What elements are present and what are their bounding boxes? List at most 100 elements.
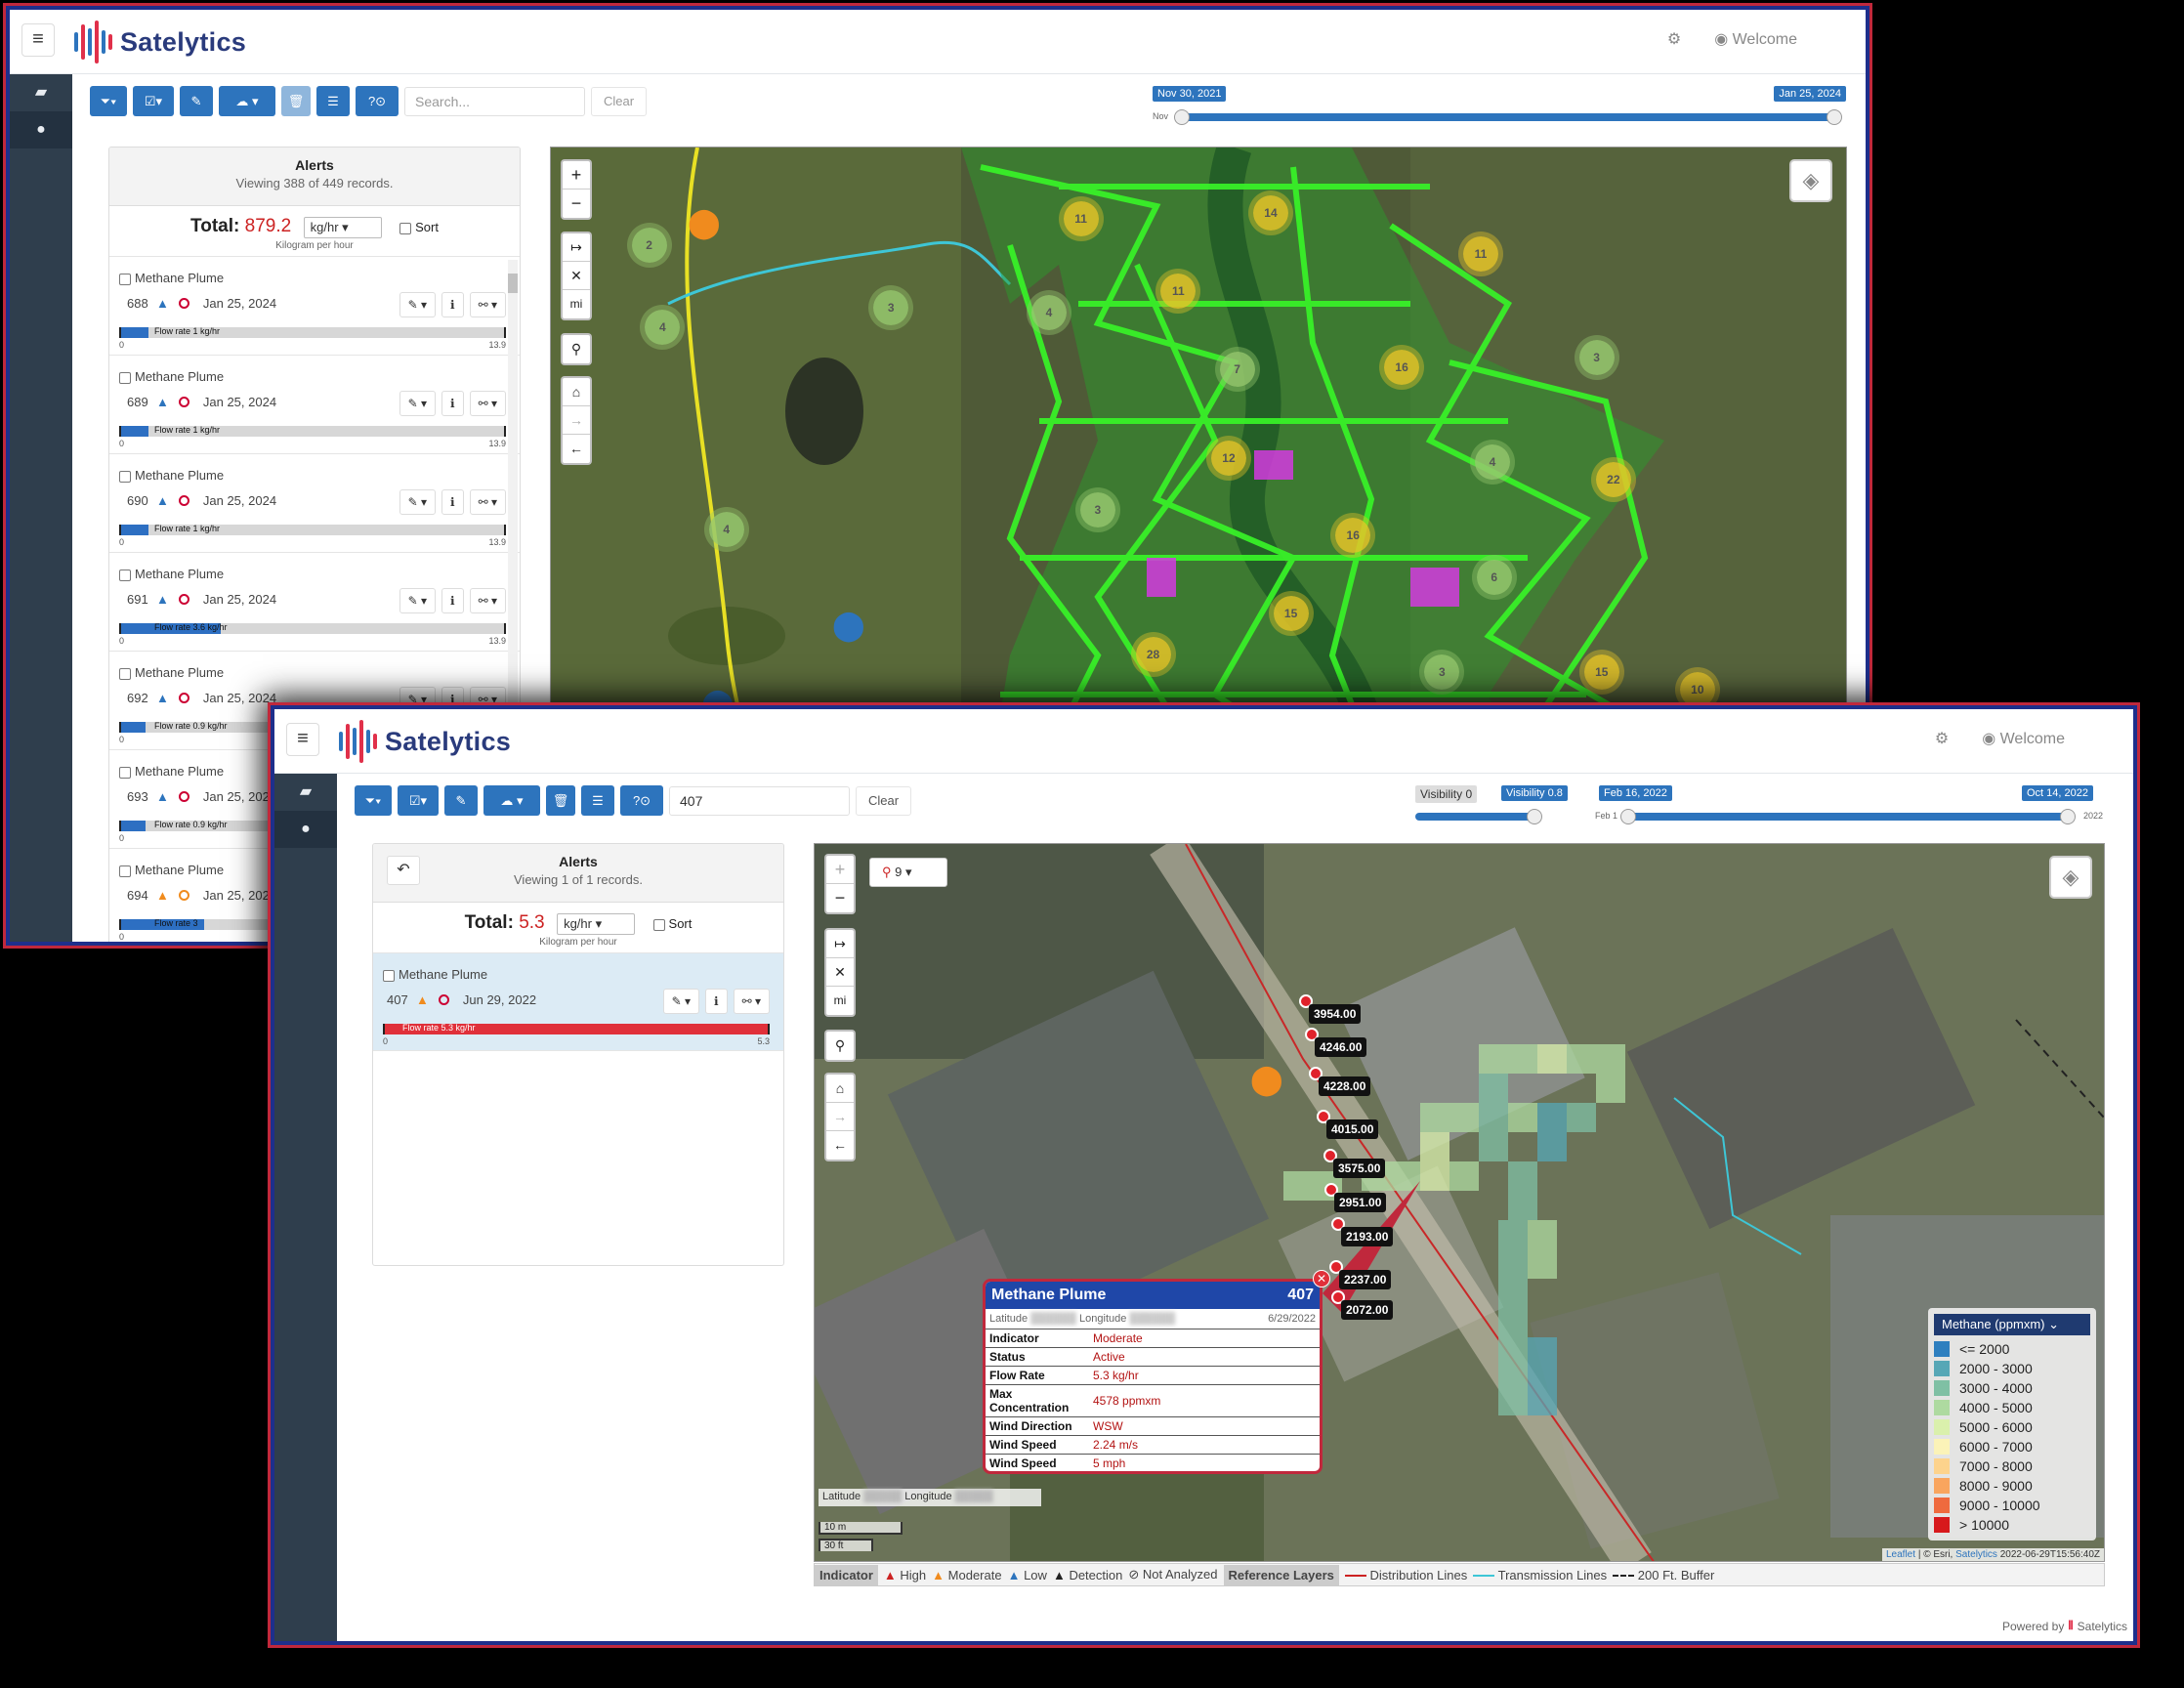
leaflet-link[interactable]: Leaflet [1886,1549,1915,1560]
zoom-in-button[interactable]: + [826,856,854,884]
popup-close-icon[interactable]: ✕ [1313,1270,1330,1287]
back-icon[interactable]: ← [563,435,590,463]
filter-button[interactable]: ⏷▾ [355,785,392,816]
sort-checkbox[interactable]: Sort [399,220,439,234]
cluster-marker[interactable]: 15 [1583,654,1619,690]
alert-record[interactable]: Methane Plume 688 ▲ Jan 25, 2024 ✎ ▾ ℹ ⚯ ▾ Flow… [109,257,520,356]
home-icon[interactable]: ⌂ [563,378,590,406]
layers-icon[interactable]: ◈ [1789,159,1832,202]
date-range-slider[interactable]: Feb 16, 2022 Oct 14, 2022 Feb 1 2022 [1595,785,2103,824]
moderate-alert-marker-icon[interactable]: ⬤ [688,206,721,240]
measure-icon[interactable]: ↦ [826,930,854,958]
drop-icon[interactable]: ● [274,811,337,848]
binoculars-button[interactable]: ⚯ ▾ [733,989,770,1014]
cluster-marker[interactable]: 6 [1476,560,1512,596]
cluster-marker[interactable]: 11 [1462,236,1498,272]
folder-icon[interactable]: ▰ [10,74,72,111]
list-button[interactable]: ☰ [316,86,350,116]
drop-icon[interactable]: ● [10,111,72,148]
cluster-marker[interactable]: 3 [1424,654,1460,690]
eraser-button[interactable]: ✎ [180,86,213,116]
back-icon[interactable]: ← [826,1131,854,1160]
record-checkbox[interactable] [119,569,131,581]
cluster-marker[interactable]: 15 [1273,595,1309,631]
sort-check-icon[interactable] [652,918,665,931]
alert-record[interactable]: Methane Plume 689 ▲ Jan 25, 2024 ✎ ▾ ℹ ⚯ ▾ Flow… [109,356,520,454]
edit-button[interactable]: ✎ ▾ [399,391,437,416]
cluster-marker[interactable]: 16 [1335,517,1371,553]
unit-select[interactable]: kg/hr ▾ [557,912,636,935]
low-alert-marker-icon[interactable]: ⬤ [832,609,865,643]
settings-icon[interactable]: ⚙ [1667,29,1681,49]
folder-icon[interactable]: ▰ [274,774,337,811]
record-checkbox[interactable] [119,667,131,680]
binoculars-button[interactable]: ⚯ ▾ [469,588,506,613]
alert-record[interactable]: Methane Plume 691 ▲ Jan 25, 2024 ✎ ▾ ℹ ⚯ ▾ Flow… [109,553,520,652]
help-toggle-button[interactable]: ?⊙ [620,785,663,816]
zoom-out-button[interactable]: − [563,190,590,218]
sort-checkbox[interactable]: Sort [652,916,692,931]
cluster-marker[interactable]: 3 [1578,339,1615,375]
cluster-marker[interactable]: 28 [1135,636,1171,672]
download-button[interactable]: ☁ ▾ [483,785,540,816]
menu-toggle-button[interactable]: ≡ [21,23,55,57]
clear-measure-icon[interactable]: ✕ [826,958,854,987]
back-arrow-icon[interactable]: ↶ [387,856,420,885]
info-button[interactable]: ℹ [705,989,728,1014]
select-button[interactable]: ☑▾ [398,785,439,816]
forward-icon[interactable]: → [563,406,590,435]
clear-measure-icon[interactable]: ✕ [563,262,590,290]
search-input[interactable]: 407 [669,785,850,816]
edit-button[interactable]: ✎ ▾ [399,292,437,317]
info-button[interactable]: ℹ [441,391,464,416]
legend-header[interactable]: Methane (ppmxm) ⌄ [1934,1314,2090,1335]
user-menu[interactable]: ◉ Welcome [1982,729,2065,748]
satelytics-link[interactable]: Satelytics [1955,1549,1997,1560]
unit-toggle[interactable]: mi [563,290,590,318]
home-icon[interactable]: ⌂ [826,1075,854,1103]
info-button[interactable]: ℹ [441,292,464,317]
location-pin-icon[interactable]: ⚲ [826,1032,854,1060]
cluster-marker[interactable]: 4 [645,309,681,345]
slider-end-handle[interactable] [1827,109,1842,125]
edit-button[interactable]: ✎ ▾ [662,989,700,1014]
record-checkbox[interactable] [119,371,131,384]
slider-start-handle[interactable] [1174,109,1190,125]
cluster-marker[interactable]: 14 [1252,195,1288,232]
date-range-slider[interactable]: Nov 30, 2021 Jan 25, 2024 Nov [1153,86,1846,125]
slider-start-handle[interactable] [1620,809,1636,824]
unit-toggle[interactable]: mi [826,987,854,1015]
record-checkbox[interactable] [119,470,131,483]
record-checkbox[interactable] [383,969,395,982]
alert-record[interactable]: Methane Plume 407 ▲ Jun 29, 2022 ✎ ▾ ℹ ⚯… [373,953,783,1051]
unit-select[interactable]: kg/hr ▾ [303,216,382,238]
cluster-marker[interactable]: 4 [1475,443,1510,480]
zoom-out-button[interactable]: − [826,884,854,912]
alerts-scrollbar[interactable] [772,956,781,1261]
visibility-slider[interactable]: Visibility 0 Visibility 0.8 [1415,785,1572,824]
help-toggle-button[interactable]: ?⊙ [356,86,399,116]
alert-record[interactable]: Methane Plume 690 ▲ Jan 25, 2024 ✎ ▾ ℹ ⚯ ▾ Flow… [109,454,520,553]
sort-check-icon[interactable] [399,222,412,234]
delete-button[interactable]: 🗑 [546,785,575,816]
binoculars-button[interactable]: ⚯ ▾ [469,292,506,317]
settings-icon[interactable]: ⚙ [1935,729,1949,748]
cluster-marker[interactable]: 3 [1079,492,1115,528]
delete-button[interactable]: 🗑 [281,86,311,116]
eraser-button[interactable]: ✎ [444,785,478,816]
binoculars-button[interactable]: ⚯ ▾ [469,489,506,515]
edit-button[interactable]: ✎ ▾ [399,588,437,613]
layers-icon[interactable]: ◈ [2049,856,2092,899]
slider-end-handle[interactable] [2060,809,2076,824]
clear-button[interactable]: Clear [856,785,912,816]
download-button[interactable]: ☁ ▾ [219,86,275,116]
cluster-marker[interactable]: 10 [1679,671,1715,707]
cluster-marker[interactable]: 4 [1030,295,1067,331]
select-button[interactable]: ☑▾ [133,86,174,116]
menu-toggle-button[interactable]: ≡ [286,723,319,756]
info-button[interactable]: ℹ [441,489,464,515]
cluster-marker[interactable]: 2 [631,227,667,263]
binoculars-button[interactable]: ⚯ ▾ [469,391,506,416]
layer-count-select[interactable]: ⚲ 9 ▾ [869,858,947,887]
edit-button[interactable]: ✎ ▾ [399,489,437,515]
